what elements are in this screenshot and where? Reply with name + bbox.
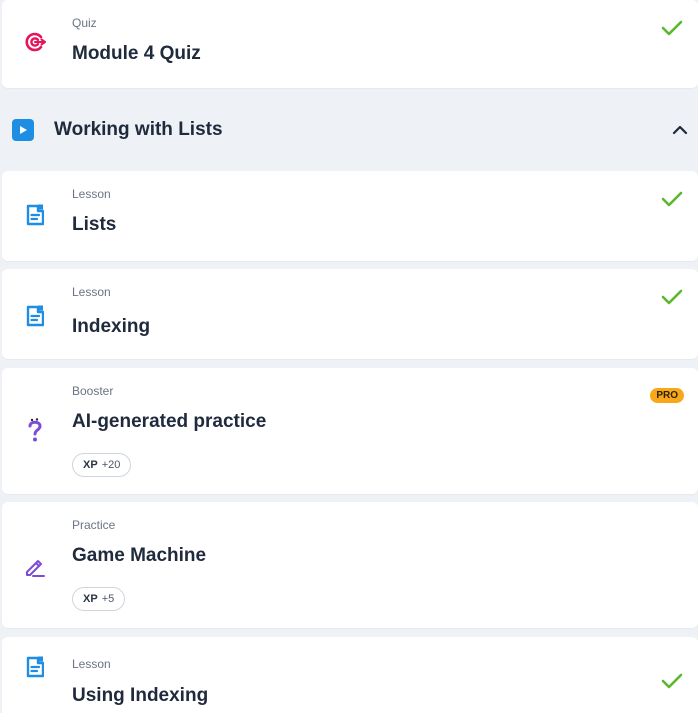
item-type-label: Lesson — [72, 285, 111, 299]
item-title: Game Machine — [72, 545, 207, 566]
section-title: Working with Lists — [54, 119, 223, 140]
xp-value: +5 — [101, 593, 115, 605]
list-item-using-indexing[interactable]: Lesson Using Indexing — [2, 637, 698, 713]
target-icon — [24, 30, 46, 54]
pencil-icon — [24, 555, 46, 579]
xp-badge: XP +5 — [72, 587, 126, 611]
item-title: Module 4 Quiz — [72, 43, 201, 64]
xp-label: XP — [83, 459, 98, 471]
checkmark-icon — [660, 287, 684, 307]
item-type-label: Lesson — [72, 657, 111, 671]
xp-label: XP — [83, 593, 98, 605]
item-type-label: Quiz — [72, 16, 97, 30]
play-icon — [12, 119, 34, 141]
checkmark-icon — [660, 671, 684, 691]
document-icon — [24, 655, 46, 679]
item-type-label: Practice — [72, 518, 116, 532]
checkmark-icon — [660, 18, 684, 38]
item-title: Using Indexing — [72, 685, 209, 706]
list-item-game-machine[interactable]: Practice Game Machine XP +5 — [2, 502, 698, 628]
item-title: Lists — [72, 214, 117, 235]
course-module-list: Quiz Module 4 Quiz Working with Lists Le… — [0, 0, 698, 713]
question-mark-icon — [24, 418, 46, 442]
pro-badge: PRO — [650, 388, 684, 403]
chevron-up-icon[interactable] — [672, 123, 688, 135]
item-type-label: Booster — [72, 384, 114, 398]
list-item-indexing[interactable]: Lesson Indexing — [2, 269, 698, 359]
xp-badge: XP +20 — [72, 453, 132, 477]
list-item-module-4-quiz[interactable]: Quiz Module 4 Quiz — [2, 0, 698, 88]
checkmark-icon — [660, 189, 684, 209]
item-title: AI-generated practice — [72, 411, 267, 432]
document-icon — [24, 304, 46, 328]
item-title: Indexing — [72, 316, 151, 337]
list-item-lists[interactable]: Lesson Lists — [2, 171, 698, 261]
list-item-ai-generated-practice[interactable]: Booster AI-generated practice XP +20 PRO — [2, 368, 698, 494]
document-icon — [24, 203, 46, 227]
section-header-working-with-lists[interactable]: Working with Lists — [0, 90, 698, 170]
item-type-label: Lesson — [72, 187, 111, 201]
xp-value: +20 — [101, 459, 121, 471]
